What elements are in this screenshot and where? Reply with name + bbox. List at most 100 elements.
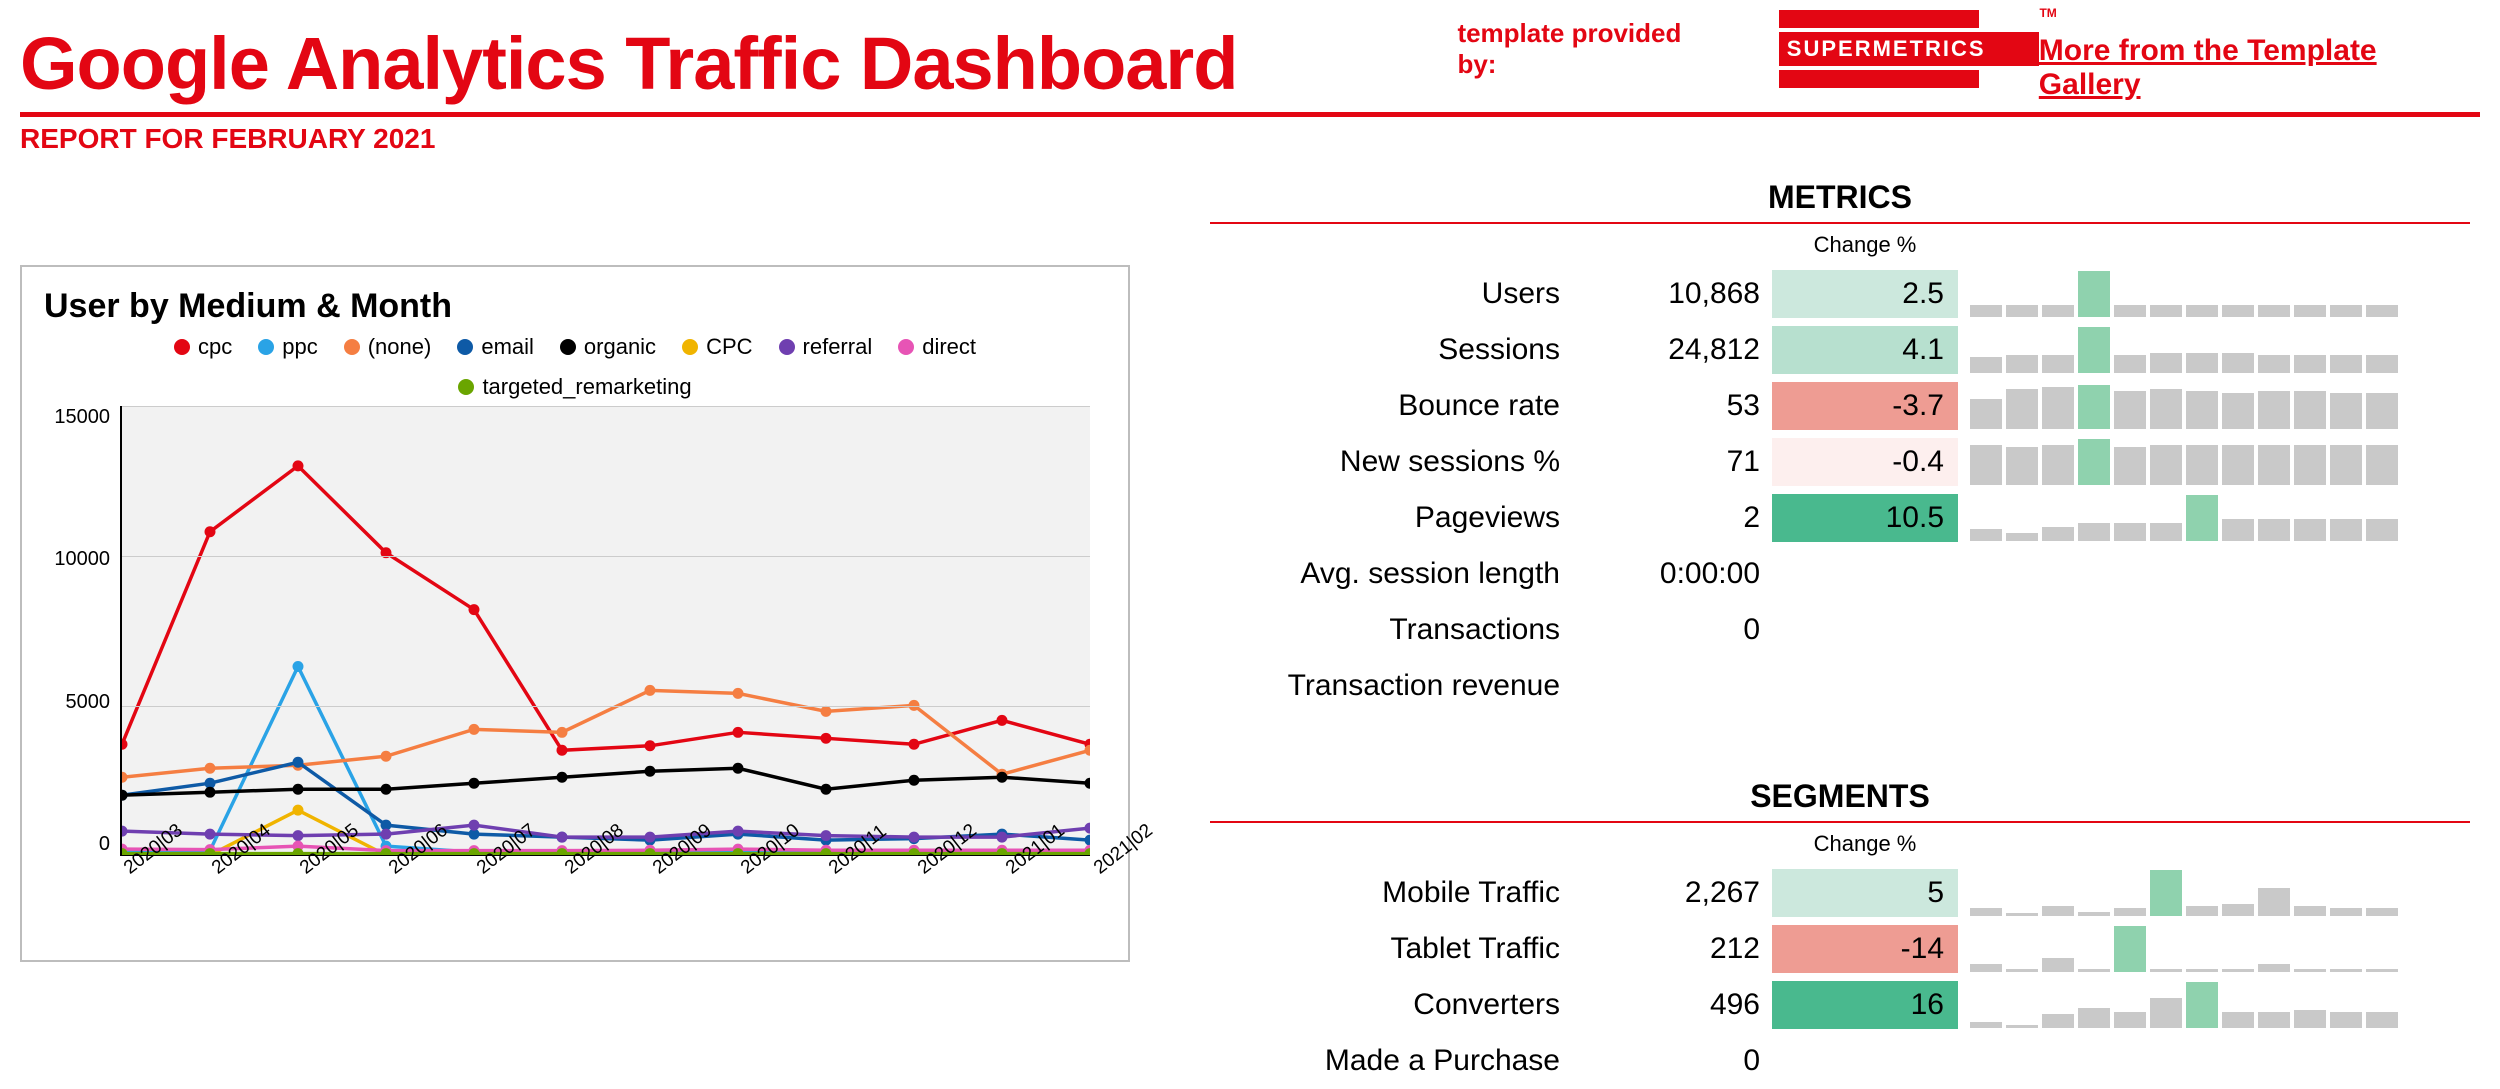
legend-item: CPC	[682, 334, 752, 360]
page-title: Google Analytics Traffic Dashboard	[20, 21, 1357, 106]
x-axis-ticks: 2020|032020|042020|052020|062020|072020|…	[120, 856, 1090, 884]
metric-sparkline	[1960, 383, 2430, 429]
metric-sparkline	[1960, 271, 2430, 317]
y-axis-ticks: 150001000050000	[44, 406, 110, 856]
metric-value: 71	[1570, 445, 1770, 479]
metric-sparkline	[1960, 551, 2430, 597]
segment-row: Made a Purchase0	[1210, 1033, 2470, 1089]
metric-sparkline	[1960, 495, 2430, 541]
metrics-heading: METRICS	[1210, 175, 2470, 224]
metric-row: Transaction revenue	[1210, 658, 2470, 714]
metric-change	[1772, 550, 1958, 598]
legend-item: cpc	[174, 334, 232, 360]
legend-swatch	[898, 339, 914, 355]
header: Google Analytics Traffic Dashboard templ…	[20, 10, 2480, 117]
legend-label: organic	[584, 334, 656, 360]
metric-sparkline	[1960, 663, 2430, 709]
legend-item: direct	[898, 334, 976, 360]
plot-area	[120, 406, 1090, 856]
segment-label: Made a Purchase	[1210, 1044, 1570, 1078]
legend-item: organic	[560, 334, 656, 360]
supermetrics-logo: TM SUPERMETRICS	[1779, 10, 2039, 88]
metric-label: New sessions %	[1210, 445, 1570, 479]
metric-value: 0	[1570, 613, 1770, 647]
legend-item: (none)	[344, 334, 432, 360]
legend-swatch	[457, 339, 473, 355]
legend-swatch	[458, 379, 474, 395]
legend-label: targeted_remarketing	[482, 374, 691, 400]
segment-label: Converters	[1210, 988, 1570, 1022]
segments-table: Change % Mobile Traffic2,2675 Tablet Traff…	[1210, 823, 2470, 1089]
segment-value: 0	[1570, 1044, 1770, 1078]
legend-swatch	[258, 339, 274, 355]
legend-label: referral	[803, 334, 873, 360]
segment-value: 496	[1570, 988, 1770, 1022]
metric-row: New sessions %71-0.4	[1210, 434, 2470, 490]
legend-label: CPC	[706, 334, 752, 360]
legend-swatch	[560, 339, 576, 355]
metric-label: Bounce rate	[1210, 389, 1570, 423]
legend-item: targeted_remarketing	[458, 374, 691, 400]
metric-value: 10,868	[1570, 277, 1770, 311]
metric-label: Avg. session length	[1210, 557, 1570, 591]
segments-heading: SEGMENTS	[1210, 774, 2470, 823]
legend-swatch	[344, 339, 360, 355]
metric-value: 24,812	[1570, 333, 1770, 367]
metric-sparkline	[1960, 607, 2430, 653]
segment-label: Tablet Traffic	[1210, 932, 1570, 966]
metric-label: Users	[1210, 277, 1570, 311]
legend-label: direct	[922, 334, 976, 360]
metric-label: Sessions	[1210, 333, 1570, 367]
chart-panel: User by Medium & Month cpcppc(none)email…	[20, 265, 1130, 962]
legend-label: ppc	[282, 334, 317, 360]
metric-row: Bounce rate53-3.7	[1210, 378, 2470, 434]
report-period: REPORT FOR FEBRUARY 2021	[20, 123, 2480, 155]
metric-change	[1772, 606, 1958, 654]
segment-sparkline	[1960, 926, 2430, 972]
metric-value: 53	[1570, 389, 1770, 423]
segment-row: Converters49616	[1210, 977, 2470, 1033]
segment-change: 16	[1772, 981, 1958, 1029]
legend-label: cpc	[198, 334, 232, 360]
provided-by-wrap: template provided by: TM SUPERMETRICS	[1457, 10, 2038, 106]
chart-title: User by Medium & Month	[44, 287, 1106, 326]
metric-change: -0.4	[1772, 438, 1958, 486]
segment-sparkline	[1960, 1038, 2430, 1084]
legend-swatch	[779, 339, 795, 355]
metric-label: Pageviews	[1210, 501, 1570, 535]
segment-change: 5	[1772, 869, 1958, 917]
metric-sparkline	[1960, 327, 2430, 373]
segment-sparkline	[1960, 870, 2430, 916]
segment-value: 212	[1570, 932, 1770, 966]
metric-change: 2.5	[1772, 270, 1958, 318]
legend-item: referral	[779, 334, 873, 360]
segment-label: Mobile Traffic	[1210, 876, 1570, 910]
metric-change: -3.7	[1772, 382, 1958, 430]
segment-value: 2,267	[1570, 876, 1770, 910]
metric-sparkline	[1960, 439, 2430, 485]
template-gallery-link[interactable]: More from the Template Gallery	[2039, 34, 2480, 106]
legend-label: (none)	[368, 334, 432, 360]
segment-row: Mobile Traffic2,2675	[1210, 865, 2470, 921]
legend-swatch	[682, 339, 698, 355]
segment-change-header: Change %	[1770, 831, 1960, 857]
metric-row: Transactions0	[1210, 602, 2470, 658]
metrics-panel: METRICS Change % Users10,8682.5 Sessions24…	[1210, 175, 2470, 714]
metrics-table: Change %Users10,8682.5Sessions24,8124.1B…	[1210, 224, 2470, 714]
metric-change: 4.1	[1772, 326, 1958, 374]
series-line	[122, 466, 1090, 750]
segment-change: -14	[1772, 925, 1958, 973]
legend-item: ppc	[258, 334, 317, 360]
metric-change-header: Change %	[1770, 232, 1960, 258]
provided-by-label: template provided by:	[1457, 18, 1718, 80]
metric-label: Transaction revenue	[1210, 669, 1570, 703]
chart-legend: cpcppc(none)emailorganicCPCreferraldirec…	[95, 334, 1055, 400]
metric-change	[1772, 662, 1958, 710]
metric-row: Avg. session length0:00:00	[1210, 546, 2470, 602]
segment-sparkline	[1960, 982, 2430, 1028]
metric-row: Pageviews210.5	[1210, 490, 2470, 546]
logo-text: SUPERMETRICS	[1779, 32, 2039, 66]
segment-change	[1772, 1037, 1958, 1085]
legend-swatch	[174, 339, 190, 355]
segments-panel: SEGMENTS Change % Mobile Traffic2,2675 Tab…	[1210, 774, 2470, 1089]
